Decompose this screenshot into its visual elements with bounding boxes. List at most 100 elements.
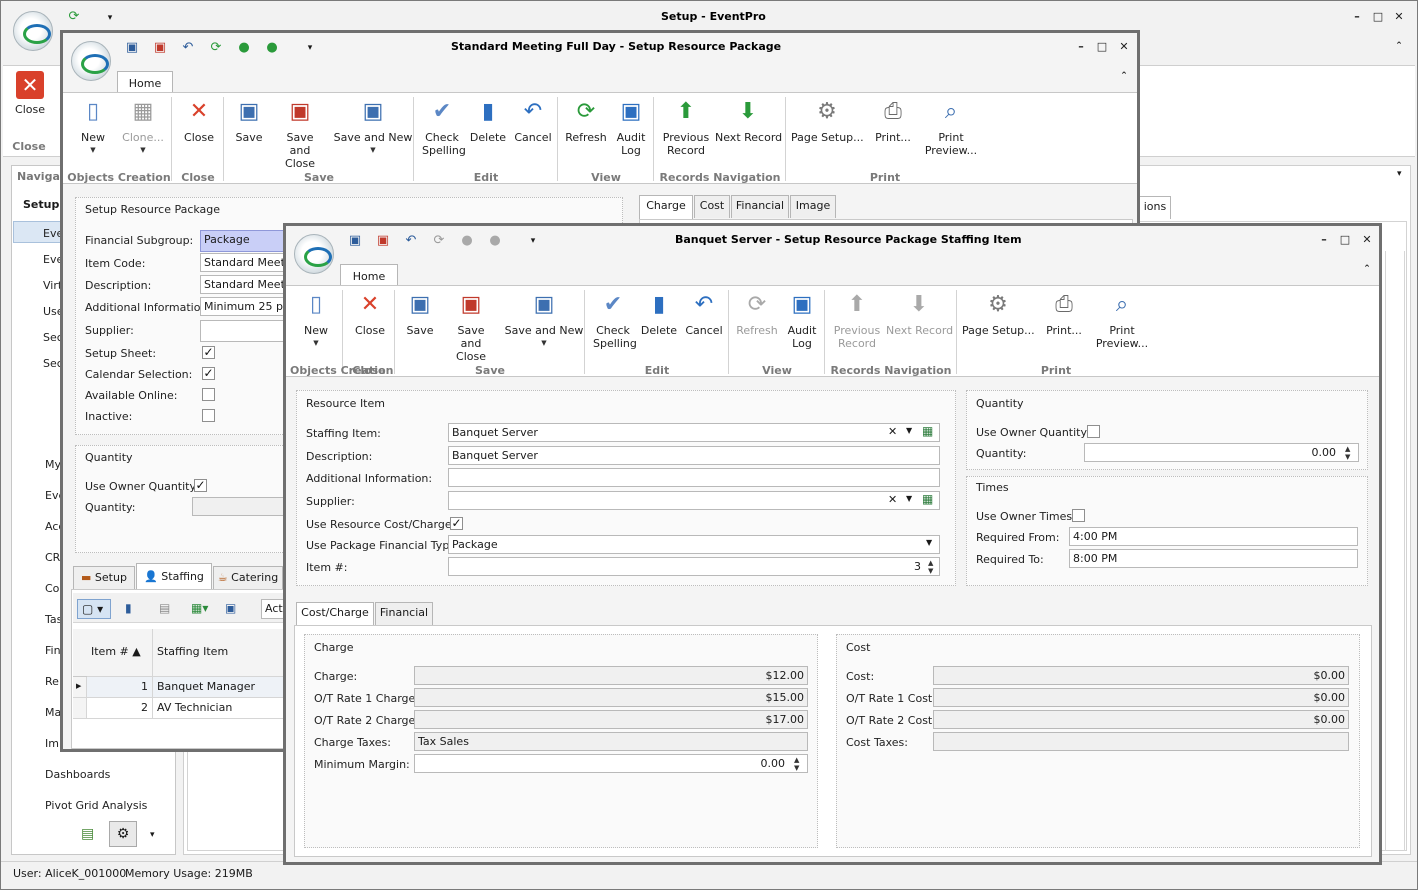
- nav-item-module[interactable]: Ma: [45, 706, 61, 719]
- staff-description-field[interactable]: Banquet Server: [448, 446, 940, 465]
- pkg-grid-delete-icon[interactable]: ▮: [125, 601, 132, 615]
- pkg-print-button[interactable]: ⎙ Print...: [867, 97, 919, 144]
- staff-additional-field[interactable]: [448, 468, 940, 487]
- staff-logo-icon[interactable]: [294, 234, 334, 274]
- main-close-ribbon-button[interactable]: ✕ Close: [9, 71, 51, 116]
- staff-refresh-button[interactable]: ⟳ Refresh: [734, 290, 780, 337]
- pkg-right-tab[interactable]: Image: [790, 195, 836, 218]
- pkg-available-checkbox[interactable]: [202, 388, 215, 401]
- staff-qa-dropdown-icon[interactable]: ▾: [526, 234, 540, 248]
- staff-home-tab[interactable]: Home: [340, 264, 398, 286]
- pkg-maximize-button[interactable]: □: [1094, 40, 1110, 53]
- staff-next-qa-icon[interactable]: ●: [488, 234, 502, 248]
- pkg-cancel-button[interactable]: ↶ Cancel: [511, 97, 555, 144]
- staff-cost-field[interactable]: $0.00: [933, 666, 1349, 685]
- staff-qty-field[interactable]: 0.00: [1084, 443, 1359, 462]
- pkg-right-tab[interactable]: Charge: [639, 195, 693, 219]
- pkg-save-close-button[interactable]: ▣ Save and Close: [271, 97, 329, 170]
- pkg-grid-new-button[interactable]: ▢ ▾: [77, 599, 111, 619]
- staff-next-record-button[interactable]: ⬇ Next Record: [886, 290, 953, 337]
- staff-close-button[interactable]: ✕: [1359, 233, 1375, 246]
- pkg-save-new-button[interactable]: ▣ Save and New ▼: [331, 97, 415, 157]
- pkg-use-owner-qty-checkbox[interactable]: ✓: [194, 479, 207, 492]
- staff-supplier-lookup-icon[interactable]: ▦: [922, 492, 933, 506]
- pkg-refresh-qa-icon[interactable]: ⟳: [209, 41, 223, 55]
- pkg-bottom-tab[interactable]: ▬ Setup: [73, 566, 135, 590]
- pkg-bottom-tab[interactable]: ☕ Catering: [213, 566, 283, 590]
- pkg-right-tab[interactable]: Financial: [731, 195, 789, 218]
- staff-new-button[interactable]: ▯ New ▼: [294, 290, 338, 350]
- staff-minimize-button[interactable]: –: [1316, 233, 1332, 246]
- staff-new-dropdown-icon[interactable]: ▼: [294, 337, 338, 350]
- staff-cost-taxes-field[interactable]: [933, 732, 1349, 751]
- eventpro-logo-icon[interactable]: [13, 11, 53, 51]
- staff-staffing-item-lookup-icon[interactable]: ▦: [922, 424, 933, 438]
- staff-print-preview-button[interactable]: ⌕ Print Preview...: [1094, 290, 1150, 350]
- staff-save-new-button[interactable]: ▣ Save and New ▼: [502, 290, 586, 350]
- staff-min-margin-field[interactable]: 0.00: [414, 754, 808, 773]
- staff-charge-field[interactable]: $12.00: [414, 666, 808, 685]
- staff-fin-type-dropdown-icon[interactable]: ▼: [926, 538, 932, 547]
- pkg-setup-sheet-checkbox[interactable]: ✓: [202, 346, 215, 359]
- main-ribbon-collapse-icon[interactable]: ⌃: [1391, 41, 1407, 51]
- pkg-page-setup-button[interactable]: ⚙ Page Setup...: [791, 97, 864, 144]
- pkg-next-record-button[interactable]: ⬇ Next Record: [715, 97, 782, 144]
- nav-item-module[interactable]: My: [45, 458, 61, 471]
- pkg-prev-qa-icon[interactable]: ●: [237, 41, 251, 55]
- pkg-description-field[interactable]: Standard Meetin: [200, 275, 284, 294]
- staff-ot2-cost-field[interactable]: $0.00: [933, 710, 1349, 729]
- pkg-grid-col-item-num[interactable]: Item # ▲: [87, 629, 153, 677]
- nav-item-module[interactable]: Fin: [45, 644, 61, 657]
- pkg-inactive-checkbox[interactable]: [202, 409, 215, 422]
- pkg-clone-dropdown-icon[interactable]: ▼: [117, 144, 169, 157]
- pkg-calendar-checkbox[interactable]: ✓: [202, 367, 215, 380]
- pkg-grid-row-indicator[interactable]: ▶: [73, 677, 87, 698]
- staff-ot1-charge-field[interactable]: $15.00: [414, 688, 808, 707]
- staff-maximize-button[interactable]: □: [1337, 233, 1353, 246]
- pkg-grid-cell-staffing-item[interactable]: AV Technician: [153, 698, 285, 719]
- pkg-qa-dropdown-icon[interactable]: ▾: [303, 41, 317, 55]
- pkg-qty-field[interactable]: [192, 497, 286, 516]
- staff-save-new-dropdown-icon[interactable]: ▼: [502, 337, 586, 350]
- nav-item-module[interactable]: CR: [45, 551, 60, 564]
- pkg-clone-button[interactable]: ▦ Clone... ▼: [117, 97, 169, 157]
- pkg-delete-button[interactable]: ▮ Delete: [467, 97, 509, 144]
- staff-page-setup-button[interactable]: ⚙ Page Setup...: [962, 290, 1035, 337]
- pkg-save-close-qa-icon[interactable]: ▣: [153, 41, 167, 55]
- staff-delete-button[interactable]: ▮ Delete: [638, 290, 680, 337]
- staff-cancel-button[interactable]: ↶ Cancel: [682, 290, 726, 337]
- quick-access-dropdown-icon[interactable]: ▾: [103, 11, 117, 25]
- nav-chart-icon[interactable]: ▤: [81, 826, 94, 842]
- nav-item-module[interactable]: Dashboards: [45, 768, 110, 781]
- pkg-new-button[interactable]: ▯ New ▼: [71, 97, 115, 157]
- pkg-minimize-button[interactable]: –: [1073, 40, 1089, 53]
- staff-save-close-button[interactable]: ▣ Save and Close: [442, 290, 500, 363]
- staff-req-from-field[interactable]: 4:00 PM: [1069, 527, 1358, 546]
- staff-item-num-spinner-icon[interactable]: ▲ ▼: [928, 559, 933, 575]
- staff-supplier-dropdown-icon[interactable]: ▼: [906, 494, 912, 503]
- pkg-additional-field[interactable]: Minimum 25 peop: [200, 297, 284, 316]
- staff-tab-financial[interactable]: Financial: [375, 602, 433, 625]
- pkg-supplier-field[interactable]: [200, 320, 284, 342]
- staff-charge-taxes-field[interactable]: Tax Sales: [414, 732, 808, 751]
- staff-save-qa-icon[interactable]: ▣: [348, 234, 362, 248]
- pkg-audit-log-button[interactable]: ▣ Audit Log: [611, 97, 651, 157]
- pkg-home-tab[interactable]: Home: [117, 71, 173, 93]
- staff-item-num-field[interactable]: 3: [448, 557, 940, 576]
- pkg-grid-add-icon[interactable]: ▦▾: [191, 601, 208, 615]
- staff-staffing-item-field[interactable]: Banquet Server: [448, 423, 940, 442]
- staff-supplier-field[interactable]: [448, 491, 940, 510]
- nav-item-module[interactable]: Co: [45, 582, 59, 595]
- staff-staffing-item-clear-icon[interactable]: ✕: [888, 425, 897, 438]
- staff-req-to-field[interactable]: 8:00 PM: [1069, 549, 1358, 568]
- pkg-item-code-field[interactable]: Standard Meetin: [200, 253, 284, 272]
- pkg-close-button[interactable]: ✕: [1116, 40, 1132, 53]
- staff-use-owner-times-checkbox[interactable]: [1072, 509, 1085, 522]
- staff-close-button[interactable]: ✕ Close: [348, 290, 392, 337]
- pkg-refresh-button[interactable]: ⟳ Refresh: [563, 97, 609, 144]
- nav-item-module[interactable]: Pivot Grid Analysis: [45, 799, 147, 812]
- pkg-bottom-tab[interactable]: 👤 Staffing: [136, 563, 212, 590]
- pkg-close-button[interactable]: ✕ Close: [177, 97, 221, 144]
- pkg-save-qa-icon[interactable]: ▣: [125, 41, 139, 55]
- staff-save-button[interactable]: ▣ Save: [400, 290, 440, 337]
